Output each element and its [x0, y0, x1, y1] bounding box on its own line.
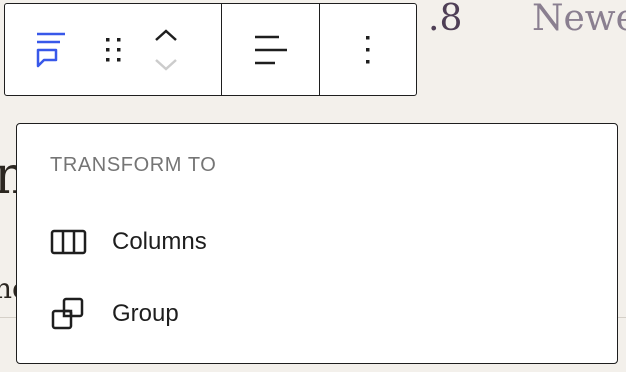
move-down-button[interactable]	[149, 50, 183, 80]
transform-group-option[interactable]: Group	[50, 292, 179, 336]
align-button[interactable]	[253, 33, 289, 67]
align-left-icon	[254, 35, 287, 64]
block-toolbar	[4, 3, 417, 96]
group-label: Group	[112, 300, 179, 327]
transform-menu: TRANSFORM TO Columns Group	[16, 123, 618, 364]
nav-link-fragment: Newe	[532, 0, 626, 39]
more-vertical-icon	[366, 35, 370, 63]
drag-handle-icon	[106, 37, 121, 61]
move-up-button[interactable]	[149, 20, 183, 50]
block-movers	[149, 20, 183, 80]
block-type-button[interactable]	[21, 4, 83, 95]
post-title-fragment: .8	[428, 0, 463, 39]
columns-label: Columns	[112, 228, 207, 255]
transform-columns-option[interactable]: Columns	[50, 220, 207, 264]
options-group	[320, 4, 416, 95]
chevron-up-icon	[155, 28, 177, 41]
chevron-down-icon	[155, 58, 177, 71]
options-button[interactable]	[363, 34, 373, 66]
alignment-group	[222, 4, 320, 95]
menu-heading: TRANSFORM TO	[50, 154, 217, 176]
group-icon	[51, 297, 84, 330]
block-controls-group	[5, 4, 222, 95]
quote-block-icon	[36, 32, 65, 67]
columns-icon	[50, 229, 87, 255]
drag-handle-button[interactable]	[97, 4, 131, 95]
